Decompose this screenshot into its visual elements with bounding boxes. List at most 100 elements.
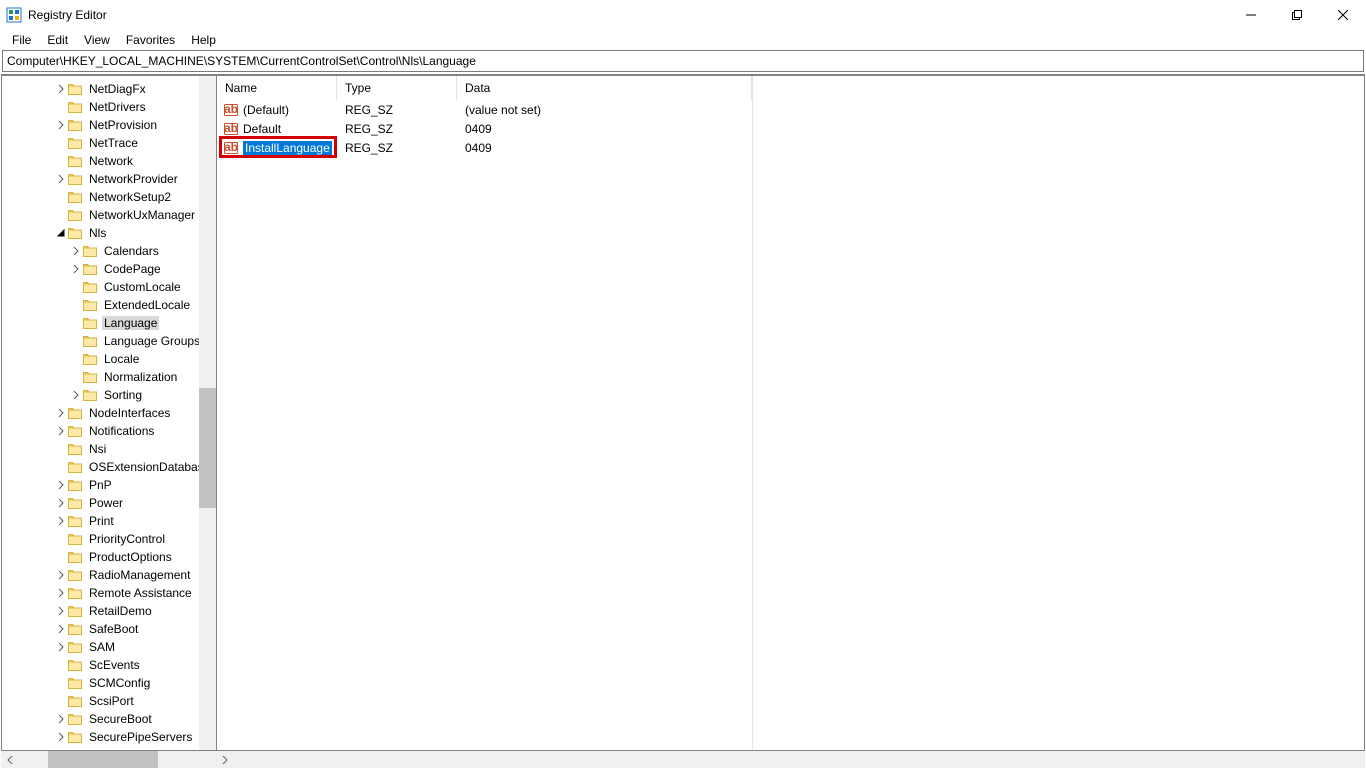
tree-expand-toggle[interactable] (55, 499, 67, 507)
tree-item[interactable]: ExtendedLocale (2, 296, 216, 314)
tree-item[interactable]: NodeInterfaces (2, 404, 216, 422)
address-bar[interactable]: Computer\HKEY_LOCAL_MACHINE\SYSTEM\Curre… (2, 50, 1364, 72)
tree-item[interactable]: RadioManagement (2, 566, 216, 584)
tree-item-label: ProductOptions (87, 550, 174, 564)
tree-item[interactable]: NetDiagFx (2, 80, 216, 98)
tree-item[interactable]: Language (2, 314, 216, 332)
tree-item-label: Power (87, 496, 125, 510)
tree-scrollbar-thumb[interactable] (199, 388, 216, 508)
horizontal-scrollbar[interactable] (1, 751, 1365, 768)
tree-item[interactable]: Calendars (2, 242, 216, 260)
tree-item[interactable]: SecureBoot (2, 710, 216, 728)
tree-item[interactable]: NetDrivers (2, 98, 216, 116)
menu-favorites[interactable]: Favorites (118, 31, 183, 49)
tree-item-label: RetailDemo (87, 604, 154, 618)
tree-item-label: Language (102, 316, 159, 330)
tree-item[interactable]: Print (2, 512, 216, 530)
tree-item[interactable]: Nls (2, 224, 216, 242)
tree-expand-toggle[interactable] (55, 481, 67, 489)
tree-item[interactable]: CustomLocale (2, 278, 216, 296)
tree-item-label: SCMConfig (87, 676, 152, 690)
tree-item-label: OSExtensionDatabase (87, 460, 212, 474)
column-type[interactable]: Type (337, 76, 457, 100)
tree-item[interactable]: SAM (2, 638, 216, 656)
folder-icon (67, 657, 83, 673)
tree-item[interactable]: NetworkProvider (2, 170, 216, 188)
folder-icon (67, 585, 83, 601)
svg-text:ab: ab (224, 102, 238, 116)
hscroll-left-arrow[interactable] (1, 751, 18, 768)
tree-item[interactable]: NetworkSetup2 (2, 188, 216, 206)
tree-expand-toggle[interactable] (55, 85, 67, 93)
tree-scrollbar[interactable] (199, 76, 216, 750)
hscroll-thumb[interactable] (48, 751, 158, 768)
tree-expand-toggle[interactable] (70, 247, 82, 255)
registry-tree[interactable]: NetDiagFxNetDriversNetProvisionNetTraceN… (2, 76, 216, 750)
tree-item[interactable]: SecurePipeServers (2, 728, 216, 746)
tree-item-label: Sorting (102, 388, 144, 402)
tree-expand-toggle[interactable] (55, 625, 67, 633)
tree-item[interactable]: Locale (2, 350, 216, 368)
folder-icon (82, 369, 98, 385)
tree-item[interactable]: ScsiPort (2, 692, 216, 710)
tree-expand-toggle[interactable] (55, 121, 67, 129)
tree-expand-toggle[interactable] (55, 517, 67, 525)
menu-view[interactable]: View (76, 31, 118, 49)
tree-item[interactable]: CodePage (2, 260, 216, 278)
tree-expand-toggle[interactable] (70, 391, 82, 399)
tree-expand-toggle[interactable] (55, 589, 67, 597)
tree-expand-toggle[interactable] (55, 643, 67, 651)
tree-item[interactable]: Language Groups (2, 332, 216, 350)
tree-item-label: ExtendedLocale (102, 298, 192, 312)
menu-help[interactable]: Help (183, 31, 224, 49)
tree-item[interactable]: PriorityControl (2, 530, 216, 548)
tree-expand-toggle[interactable] (55, 715, 67, 723)
tree-item[interactable]: PnP (2, 476, 216, 494)
tree-expand-toggle[interactable] (70, 265, 82, 273)
tree-item[interactable]: Remote Assistance (2, 584, 216, 602)
column-name[interactable]: Name (217, 76, 337, 100)
folder-icon (82, 333, 98, 349)
tree-item[interactable]: Sorting (2, 386, 216, 404)
tree-item-label: Print (87, 514, 116, 528)
svg-text:ab: ab (224, 121, 238, 135)
tree-item[interactable]: Normalization (2, 368, 216, 386)
tree-item[interactable]: NetworkUxManager (2, 206, 216, 224)
tree-item[interactable]: SecurityProviders (2, 746, 216, 750)
minimize-button[interactable] (1228, 0, 1274, 30)
tree-item[interactable]: SafeBoot (2, 620, 216, 638)
menu-edit[interactable]: Edit (39, 31, 76, 49)
tree-item[interactable]: OSExtensionDatabase (2, 458, 216, 476)
tree-item[interactable]: Notifications (2, 422, 216, 440)
close-button[interactable] (1320, 0, 1366, 30)
tree-item[interactable]: ProductOptions (2, 548, 216, 566)
tree-item-label: Notifications (87, 424, 156, 438)
hscroll-right-arrow[interactable] (216, 751, 233, 768)
tree-item[interactable]: NetTrace (2, 134, 216, 152)
maximize-button[interactable] (1274, 0, 1320, 30)
menu-file[interactable]: File (4, 31, 39, 49)
folder-icon (67, 225, 83, 241)
folder-icon (67, 135, 83, 151)
tree-item[interactable]: Network (2, 152, 216, 170)
tree-item-label: ScEvents (87, 658, 142, 672)
tree-item[interactable]: SCMConfig (2, 674, 216, 692)
value-row[interactable]: ab(Default)REG_SZ(value not set) (217, 100, 752, 119)
tree-expand-toggle[interactable] (55, 229, 67, 237)
tree-expand-toggle[interactable] (55, 733, 67, 741)
value-row[interactable]: abDefaultREG_SZ0409 (217, 119, 752, 138)
tree-expand-toggle[interactable] (55, 409, 67, 417)
tree-expand-toggle[interactable] (55, 175, 67, 183)
value-row[interactable]: abInstallLanguageREG_SZ0409 (217, 138, 752, 157)
tree-expand-toggle[interactable] (55, 571, 67, 579)
tree-expand-toggle[interactable] (55, 427, 67, 435)
tree-item[interactable]: RetailDemo (2, 602, 216, 620)
hscroll-track[interactable] (18, 751, 216, 768)
values-list[interactable]: ab(Default)REG_SZ(value not set)abDefaul… (217, 100, 752, 157)
column-data[interactable]: Data (457, 76, 752, 100)
tree-item[interactable]: NetProvision (2, 116, 216, 134)
tree-item[interactable]: Power (2, 494, 216, 512)
tree-item[interactable]: Nsi (2, 440, 216, 458)
tree-expand-toggle[interactable] (55, 607, 67, 615)
tree-item[interactable]: ScEvents (2, 656, 216, 674)
